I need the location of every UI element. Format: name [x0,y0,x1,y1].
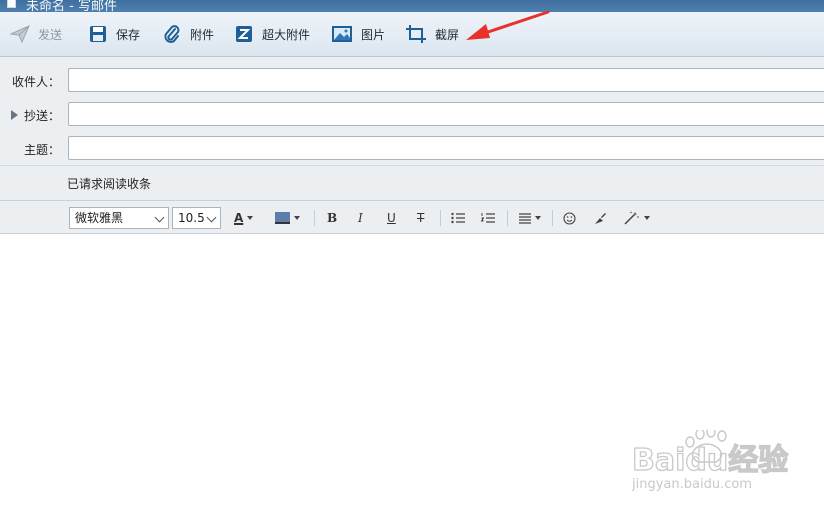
bullet-list-button[interactable] [451,209,465,227]
chevron-down-icon [154,212,165,223]
italic-button[interactable]: I [358,209,363,227]
dropdown-arrow-icon [294,216,300,220]
watermark-brand: Baidu经验 [632,443,788,478]
emoji-button[interactable] [563,209,576,227]
align-icon [519,212,531,224]
dropdown-arrow-icon [644,216,650,220]
attach-button[interactable]: 附件 [162,22,214,46]
send-label: 发送 [38,27,63,42]
paper-plane-icon [10,24,30,44]
large-attachment-button[interactable]: 超大附件 [234,22,310,46]
divider [440,210,441,226]
highlight-color-button[interactable] [275,209,300,227]
numbered-list-button[interactable] [481,209,495,227]
cc-input[interactable] [68,102,824,126]
baidu-paw-logo: Baidu经验 jingyan.baidu.com [631,426,789,492]
smiley-icon [563,211,576,225]
message-header-panel: 收件人： 抄送： 主题： 已请求阅读收条 [0,57,824,200]
format-toolbar: 微软雅黑 10.5 A B I U T [0,200,824,234]
dropdown-arrow-icon [535,216,541,220]
subject-row: 主题： [0,136,824,162]
save-button[interactable]: 保存 [88,22,140,46]
paperclip-icon [162,24,182,44]
large-attachment-label: 超大附件 [262,27,311,42]
to-label: 收件人： [12,75,61,89]
compose-toolbar: 发送 保存 附件 超大附件 图片 截屏 [0,12,824,57]
subject-input[interactable] [68,136,824,160]
to-row: 收件人： [0,68,824,94]
screenshot-label: 截屏 [435,27,460,42]
screenshot-button[interactable]: 截屏 [405,22,459,46]
font-color-button[interactable]: A [234,209,254,227]
to-input[interactable] [68,68,824,92]
subject-label: 主题： [24,143,61,157]
magic-wand-button[interactable] [624,209,650,227]
title-bar: 未命名 - 写邮件 [0,0,824,12]
format-painter-button[interactable] [593,209,607,227]
brush-icon [595,212,606,224]
annotation-arrow [466,10,550,40]
font-family-select[interactable]: 微软雅黑 [69,207,169,229]
watermark-url: jingyan.baidu.com [631,477,752,492]
window-title: 未命名 - 写邮件 [26,0,117,12]
divider [507,210,508,226]
font-size-select[interactable]: 10.5 [172,207,221,229]
font-family-value: 微软雅黑 [75,211,124,225]
cc-row: 抄送： [0,102,824,128]
strikethrough-button[interactable]: T [417,209,424,227]
save-label: 保存 [116,27,141,42]
dropdown-arrow-icon [247,216,254,220]
picture-button[interactable]: 图片 [331,22,385,46]
font-color-icon: A [234,211,244,225]
chevron-down-icon [206,212,217,223]
divider [552,210,553,226]
baidu-watermark: Baidu经验 jingyan.baidu.com [630,426,820,500]
divider [0,165,824,166]
bullet-list-icon [451,212,465,224]
underline-button[interactable]: U [387,209,396,227]
highlight-icon [275,212,290,224]
crop-icon [405,24,427,44]
z-box-icon [234,24,254,44]
read-receipt-notice: 已请求阅读收条 [67,177,152,191]
send-button[interactable]: 发送 [10,22,62,46]
floppy-disk-icon [88,24,108,44]
attach-label: 附件 [190,27,215,42]
picture-label: 图片 [361,27,386,42]
bold-button[interactable]: B [327,209,337,227]
font-size-value: 10.5 [178,211,205,225]
picture-icon [331,24,353,44]
divider [314,210,315,226]
cc-label: 抄送： [24,109,61,123]
magic-wand-icon [624,211,639,225]
align-button[interactable] [519,209,541,227]
numbered-list-icon [481,213,495,223]
expand-arrow-icon[interactable] [11,110,18,120]
document-icon [7,0,16,8]
